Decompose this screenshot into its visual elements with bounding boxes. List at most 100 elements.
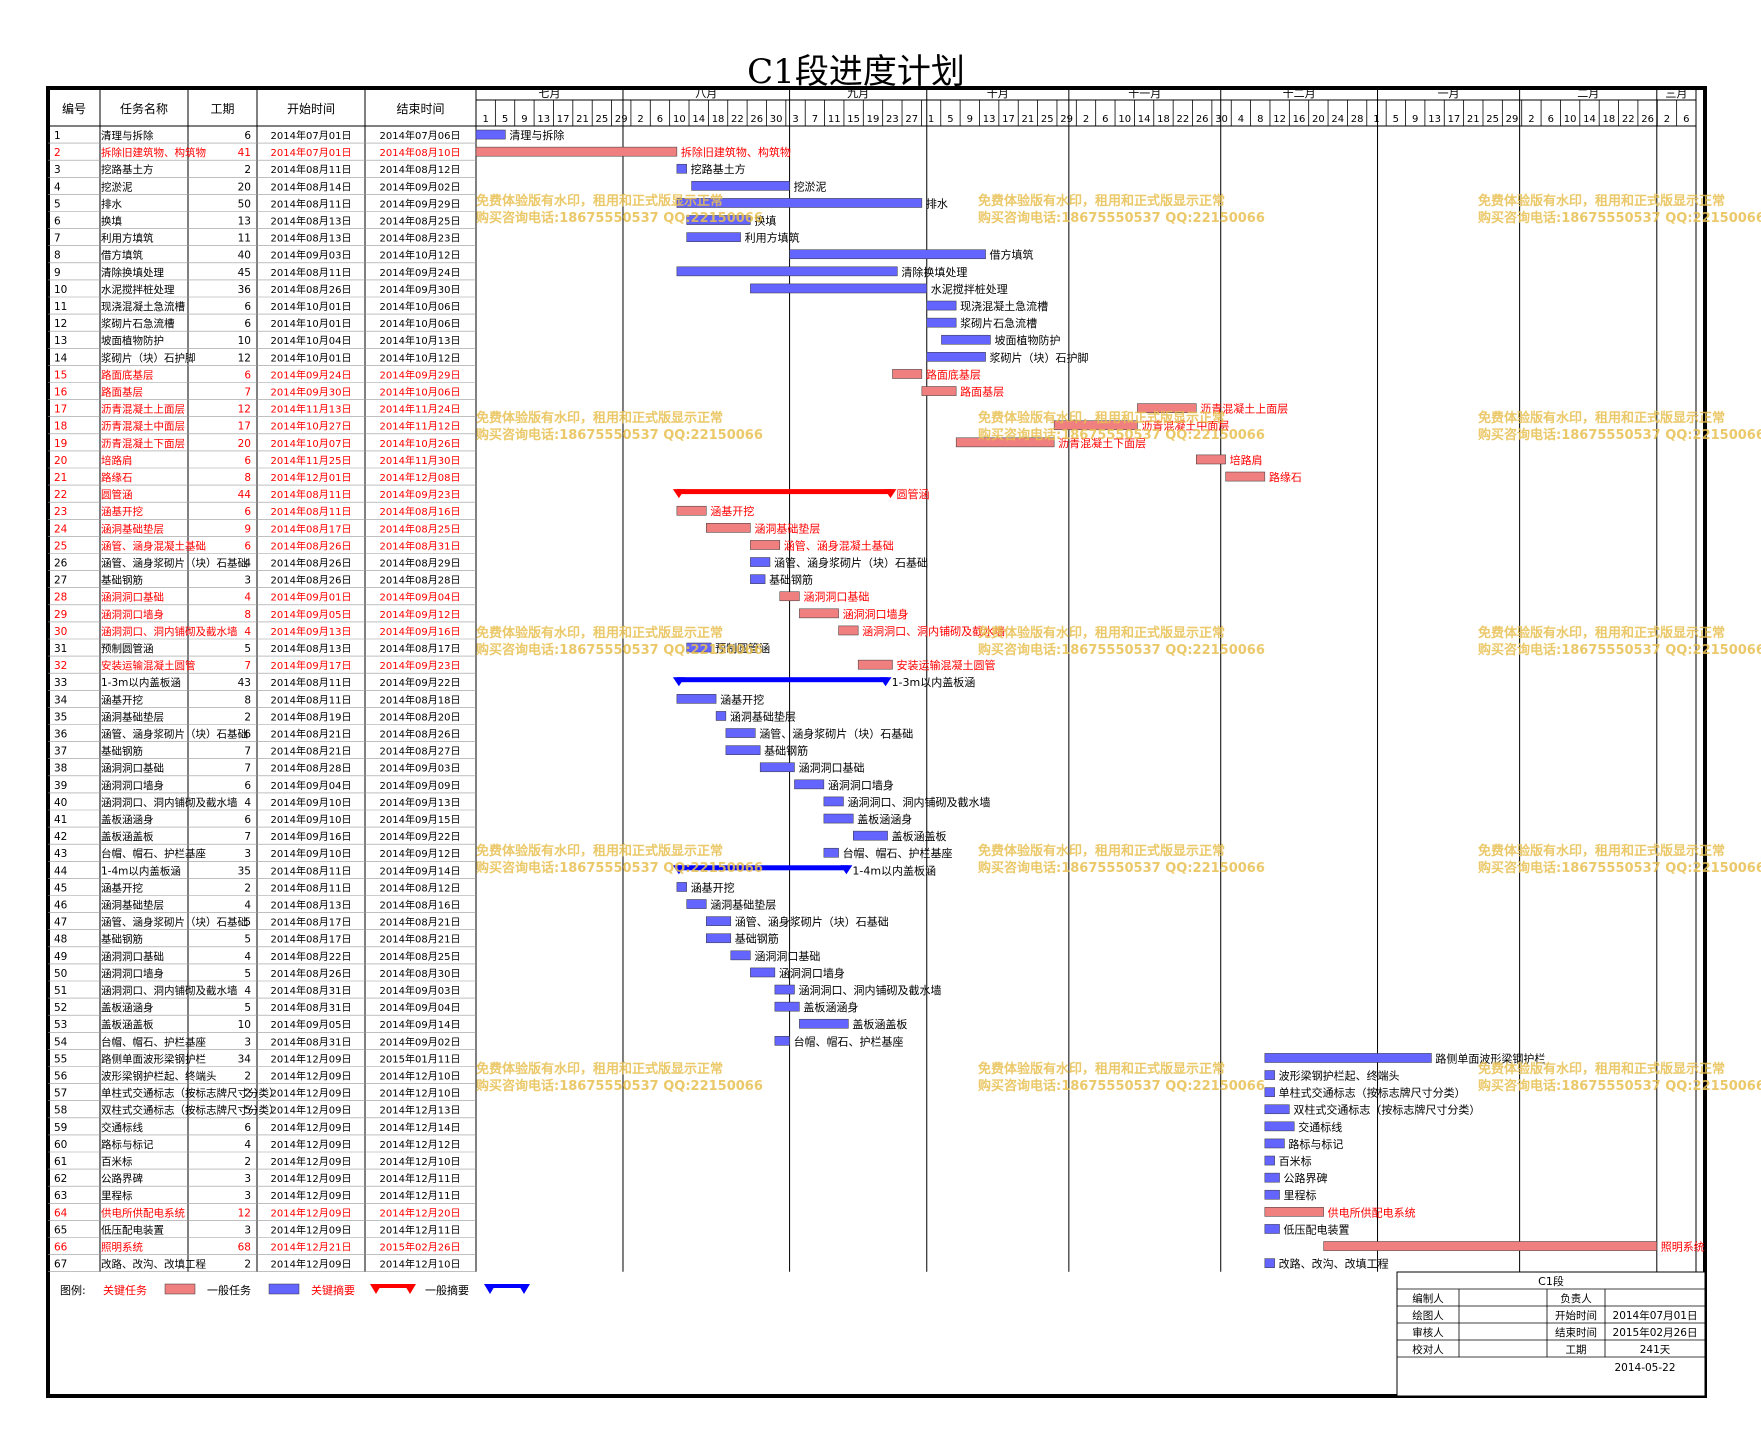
task-id: 23 [54,506,67,518]
task-start: 2014年08月28日 [271,762,352,775]
task-end: 2014年08月17日 [380,642,461,655]
task-duration: 45 [238,267,251,279]
task-start: 2014年09月24日 [271,368,352,381]
task-end: 2014年08月26日 [380,728,461,741]
task-start: 2014年09月05日 [271,608,352,621]
column-header-name: 任务名称 [120,101,168,116]
task-end: 2014年09月29日 [380,197,461,210]
info-box-cell: 开始时间 [1555,1309,1597,1322]
day-tick-label: 22 [731,114,744,125]
task-id: 56 [54,1071,68,1083]
task-end: 2014年12月10日 [380,1087,461,1100]
task-name: 安装运输混凝土圆管 [101,659,196,672]
task-end: 2014年12月14日 [380,1121,461,1134]
task-id: 15 [54,369,67,381]
task-end: 2014年08月18日 [380,693,461,706]
task-name: 路缘石 [101,471,133,484]
task-start: 2014年12月09日 [271,1087,352,1100]
legend-swatch [164,1283,196,1295]
task-name: 涵洞基础垫层 [101,522,164,535]
legend-swatch-cap [518,1284,530,1294]
task-end: 2014年08月10日 [380,146,461,159]
day-tick-label: 2 [1664,114,1670,125]
watermark-text: 购买咨询电话:18675550537 QQ:22150066 [1478,642,1761,658]
task-id: 33 [54,677,67,689]
task-start: 2014年10月01日 [271,317,352,330]
task-bar-label: 涵洞洞口墙身 [779,966,845,980]
task-duration: 4 [244,626,251,638]
task-bar-label: 水泥搅拌桩处理 [931,282,1008,296]
task-bar-label: 1-4m以内盖板涵 [852,863,936,877]
task-duration: 7 [244,660,251,672]
task-bar-label: 涵洞洞口、洞内铺砌及截水墙 [847,795,990,809]
task-duration: 6 [244,130,251,142]
task-duration: 7 [244,831,251,843]
task-duration: 5 [244,1105,251,1117]
watermark-text: 购买咨询电话:18675550537 QQ:22150066 [978,860,1265,876]
task-end: 2014年10月13日 [380,334,461,347]
summary-bar [676,677,888,683]
task-start: 2014年09月13日 [271,625,352,638]
task-start: 2014年12月09日 [271,1121,352,1134]
task-name: 盖板涵盖板 [101,830,154,843]
task-name: 浆砌片（块）石护脚 [101,351,196,364]
info-box-cell: 2014年07月01日 [1613,1309,1698,1322]
task-id: 20 [54,455,67,467]
day-tick-label: 1 [1373,114,1379,125]
task-name: 台帽、帽石、护栏基座 [101,1035,206,1048]
task-bar [774,1001,800,1012]
task-bar-label: 坡面植物防护 [994,333,1060,347]
task-start: 2014年08月19日 [271,710,352,723]
watermark-text: 购买咨询电话:18675550537 QQ:22150066 [476,860,763,876]
task-duration: 6 [244,814,251,826]
task-bar [750,967,776,978]
task-name: 清理与拆除 [101,129,154,142]
task-id: 53 [54,1019,67,1031]
month-label: 十二月 [1283,86,1316,100]
task-end: 2014年10月12日 [380,351,461,364]
watermark-text: 免费体验版有水印，租用和正式版显示正常 [1478,625,1725,641]
info-box-cell: 审核人 [1412,1326,1444,1339]
task-start: 2014年08月17日 [271,522,352,535]
task-start: 2014年08月14日 [271,180,352,193]
task-bar [857,659,893,670]
watermark-text: 免费体验版有水印，租用和正式版显示正常 [1478,843,1725,859]
task-name: 路标与标记 [101,1138,154,1151]
task-start: 2014年12月09日 [271,1172,352,1185]
task-duration: 5 [244,968,251,980]
task-name: 涵管、涵身浆砌片（块）石基础 [101,557,248,570]
task-bar [725,728,756,738]
task-bar [750,540,781,550]
task-start: 2014年09月05日 [271,1018,352,1031]
task-bar-label: 浆砌片石急流槽 [960,316,1037,330]
task-id: 58 [54,1105,67,1117]
task-duration: 4 [244,592,251,604]
day-tick-label: 21 [576,114,589,125]
day-tick-label: 5 [502,114,508,125]
task-id: 54 [54,1036,68,1048]
task-bar-label: 台帽、帽石、护栏基座 [843,846,953,860]
task-name: 拆除旧建筑物、构筑物 [101,146,206,159]
task-bar [1264,1172,1280,1183]
watermark-text: 购买咨询电话:18675550537 QQ:22150066 [1478,210,1761,226]
task-end: 2014年09月22日 [380,830,461,843]
task-bar [676,505,707,516]
task-end: 2014年09月02日 [380,180,461,193]
task-name: 百米标 [101,1155,133,1168]
task-name: 1-4m以内盖板涵 [101,864,181,877]
task-bar-label: 改路、改沟、改填工程 [1279,1257,1389,1271]
month-label: 三月 [1665,87,1687,100]
task-end: 2014年08月28日 [380,574,461,587]
task-bar-label: 1-3m以内盖板涵 [892,675,976,689]
task-duration: 68 [238,1242,251,1254]
task-name: 涵洞基础垫层 [101,899,164,912]
task-duration: 2 [244,1156,251,1168]
task-bar [750,557,771,567]
day-tick-label: 19 [867,114,880,125]
task-duration: 2 [244,164,251,176]
task-duration: 7 [244,387,251,399]
watermark-text: 免费体验版有水印，租用和正式版显示正常 [476,625,723,641]
task-name: 涵洞洞口墙身 [101,779,164,792]
task-start: 2014年12月01日 [271,471,352,484]
task-duration: 6 [244,1122,251,1134]
